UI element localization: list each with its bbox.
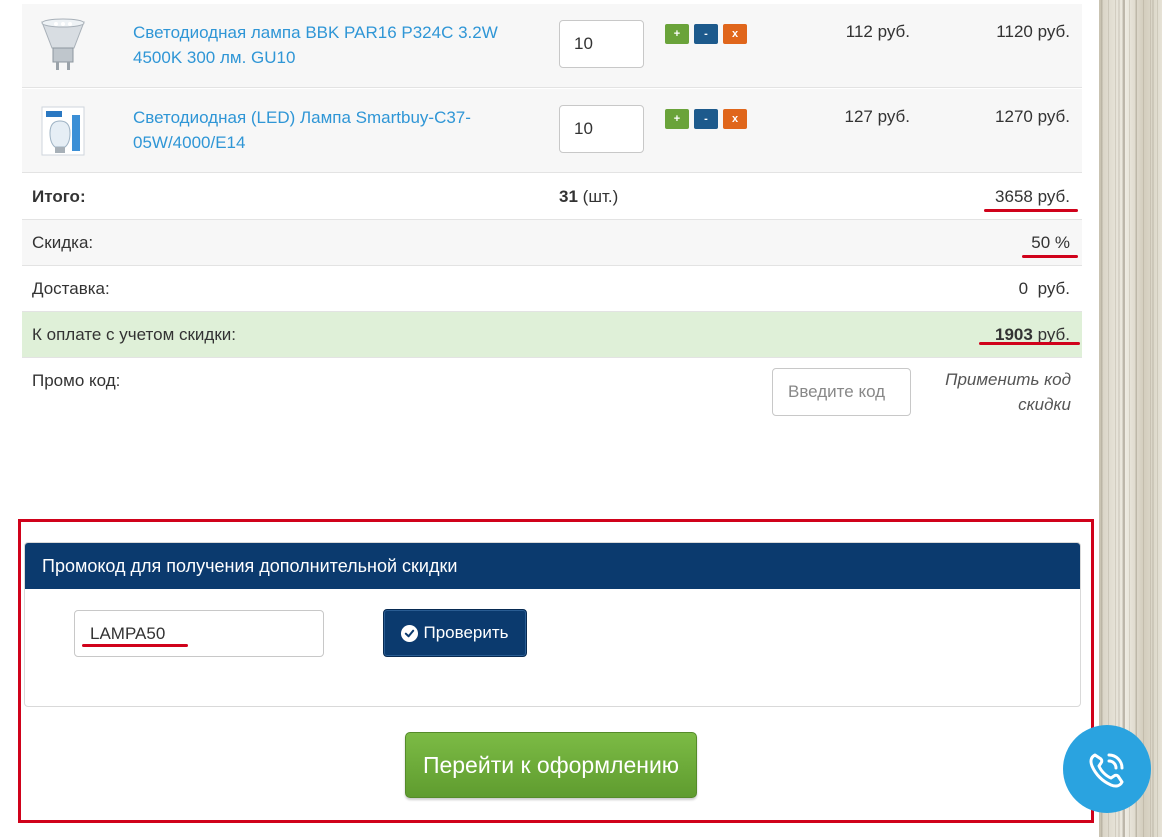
check-promo-label: Проверить bbox=[423, 623, 509, 642]
product-image-smartbuy-lamp[interactable] bbox=[36, 103, 90, 159]
product-image-gu10-lamp[interactable] bbox=[36, 18, 90, 74]
pay-label: К оплате с учетом скидки: bbox=[32, 325, 236, 344]
checkout-button[interactable]: Перейти к оформлению bbox=[405, 732, 697, 798]
call-button[interactable] bbox=[1063, 725, 1151, 813]
product-link[interactable]: Светодиодная лампа BBK PAR16 P324C 3.2W … bbox=[133, 20, 533, 70]
unit-price: 127 руб. bbox=[844, 107, 910, 126]
discount-value: 50 % bbox=[1031, 233, 1070, 252]
promo-panel: Промокод для получения дополнительной ск… bbox=[24, 542, 1081, 707]
check-circle-icon bbox=[401, 624, 419, 642]
wood-background bbox=[1099, 0, 1162, 837]
summary-delivery-row: Доставка: 0 руб. bbox=[22, 266, 1082, 312]
promo-panel-title: Промокод для получения дополнительной ск… bbox=[25, 543, 1080, 589]
item-count-unit: (шт.) bbox=[582, 187, 619, 206]
apply-promo-link[interactable]: Применить код скидки bbox=[927, 367, 1071, 417]
quantity-controls: + - x bbox=[665, 109, 747, 129]
check-promo-button[interactable]: Проверить bbox=[383, 609, 527, 657]
summary-discount-row: Скидка: 50 % bbox=[22, 220, 1082, 266]
highlight-underline bbox=[82, 644, 188, 647]
quantity-controls: + - x bbox=[665, 24, 747, 44]
promo-code-field[interactable] bbox=[74, 610, 324, 657]
total-value: 3658 руб. bbox=[995, 187, 1070, 206]
cart-row: Светодиодная (LED) Лампа Smartbuy-C37-05… bbox=[22, 89, 1082, 173]
total-label: Итого: bbox=[32, 187, 86, 206]
remove-button[interactable]: x bbox=[723, 109, 747, 129]
quantity-input[interactable] bbox=[559, 105, 644, 153]
remove-button[interactable]: x bbox=[723, 24, 747, 44]
delivery-label: Доставка: bbox=[32, 279, 110, 298]
decrease-button[interactable]: - bbox=[694, 24, 718, 44]
item-count-value: 31 bbox=[559, 187, 578, 206]
summary-pay-row: К оплате с учетом скидки: 1903 руб. bbox=[22, 312, 1082, 358]
line-total: 1120 руб. bbox=[996, 22, 1070, 41]
item-count: 31 (шт.) bbox=[559, 187, 618, 207]
line-total: 1270 руб. bbox=[995, 107, 1070, 126]
promo-code-input[interactable] bbox=[772, 368, 911, 416]
summary-total-row: Итого: 31 (шт.) 3658 руб. bbox=[22, 174, 1082, 220]
increase-button[interactable]: + bbox=[665, 109, 689, 129]
delivery-value: 0 руб. bbox=[1018, 279, 1070, 298]
promo-code-label: Промо код: bbox=[32, 371, 121, 390]
cart-row: Светодиодная лампа BBK PAR16 P324C 3.2W … bbox=[22, 4, 1082, 88]
unit-price: 112 руб. bbox=[845, 22, 910, 41]
discount-label: Скидка: bbox=[32, 233, 94, 252]
product-link[interactable]: Светодиодная (LED) Лампа Smartbuy-C37-05… bbox=[133, 105, 533, 155]
highlight-underline bbox=[1022, 255, 1078, 258]
quantity-input[interactable] bbox=[559, 20, 644, 68]
highlight-underline bbox=[979, 342, 1080, 345]
decrease-button[interactable]: - bbox=[694, 109, 718, 129]
phone-icon bbox=[1089, 753, 1124, 788]
highlight-underline bbox=[984, 209, 1078, 212]
increase-button[interactable]: + bbox=[665, 24, 689, 44]
